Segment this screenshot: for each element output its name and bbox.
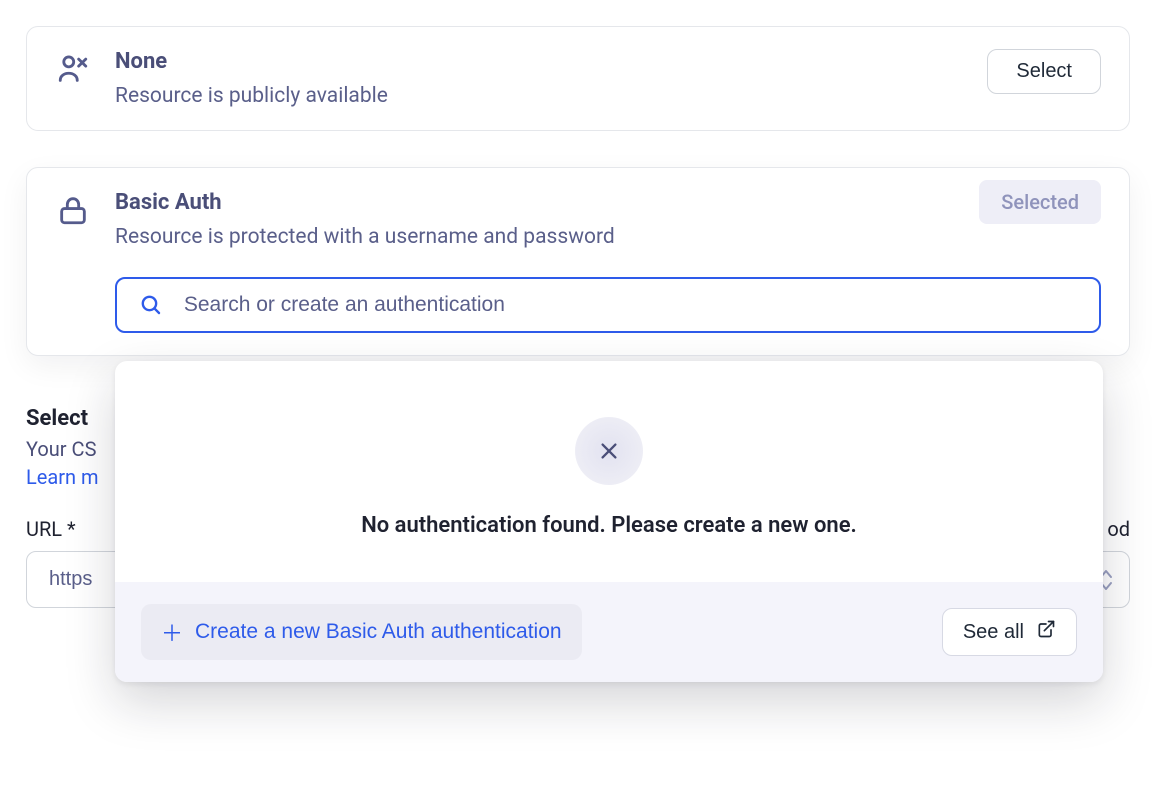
empty-state-message: No authentication found. Please create a… [135,513,1083,538]
card-action: Select [987,49,1101,94]
option-desc: Resource is publicly available [115,84,943,108]
learn-more-link[interactable]: Learn m [26,465,99,489]
option-title: Basic Auth [115,190,935,215]
see-all-label: See all [963,621,1024,644]
dropdown-footer: ＋ Create a new Basic Auth authentication… [115,582,1103,682]
empty-state-icon [575,417,643,485]
auth-option-none: None Resource is publicly available Sele… [26,26,1130,131]
auth-search-input[interactable] [184,293,1077,317]
create-auth-button[interactable]: ＋ Create a new Basic Auth authentication [141,604,582,660]
card-text: None Resource is publicly available [115,49,943,108]
lock-icon [55,192,91,228]
auth-search-field[interactable] [115,277,1101,333]
user-x-icon [55,51,91,87]
option-desc: Resource is protected with a username an… [115,225,935,249]
card-action: Selected [979,190,1101,214]
card-inner: Basic Auth Resource is protected with a … [55,190,1101,249]
create-auth-label: Create a new Basic Auth authentication [195,620,562,644]
option-title: None [115,49,943,74]
dropdown-body: No authentication found. Please create a… [115,361,1103,582]
select-button[interactable]: Select [987,49,1101,94]
card-inner: None Resource is publicly available Sele… [55,49,1101,108]
selected-badge: Selected [979,180,1101,224]
plus-icon: ＋ [161,616,183,648]
auth-search-dropdown: No authentication found. Please create a… [115,361,1103,682]
search-icon [139,293,162,317]
auth-search-wrap: No authentication found. Please create a… [115,277,1101,333]
auth-option-basic: Basic Auth Resource is protected with a … [26,167,1130,356]
see-all-button[interactable]: See all [942,608,1077,656]
external-link-icon [1036,619,1056,645]
card-text: Basic Auth Resource is protected with a … [115,190,935,249]
